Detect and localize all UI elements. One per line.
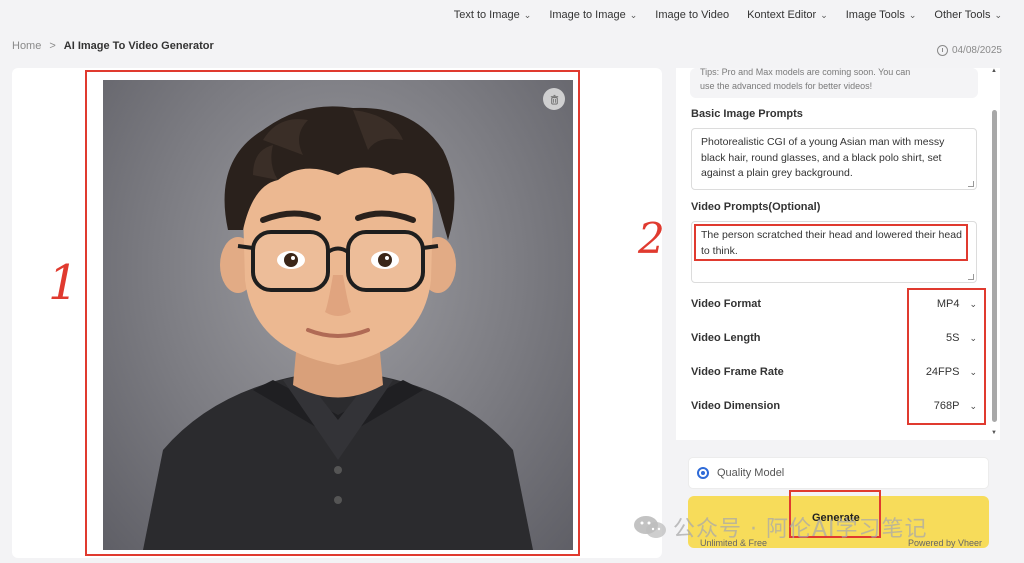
chevron-down-icon: ⌄ bbox=[820, 9, 828, 20]
basic-prompt-label: Basic Image Prompts bbox=[691, 108, 803, 120]
nav-image-tools[interactable]: Image Tools ⌄ bbox=[846, 9, 917, 21]
annotation-box-image bbox=[85, 70, 580, 556]
radio-selected-icon[interactable] bbox=[697, 467, 709, 479]
video-length-label: Video Length bbox=[691, 332, 761, 344]
page-title: AI Image To Video Generator bbox=[63, 40, 214, 52]
clock-icon bbox=[936, 45, 948, 56]
annotation-box-video-prompt bbox=[694, 224, 968, 261]
settings-scrollbar[interactable]: ▲ ▼ bbox=[990, 68, 1000, 440]
annotation-box-options bbox=[907, 288, 986, 425]
date-stamp: 04/08/2025 bbox=[936, 45, 1002, 56]
wechat-icon bbox=[634, 516, 666, 538]
tip-line-2: use the advanced models for better video… bbox=[700, 81, 873, 91]
video-dimension-label: Video Dimension bbox=[691, 400, 781, 412]
tip-line-1: Tips: Pro and Max models are coming soon… bbox=[700, 68, 911, 77]
basic-prompt-text: Photorealistic CGI of a young Asian man … bbox=[701, 136, 945, 179]
top-navigation: Text to Image ⌄ Image to Image ⌄ Image to … bbox=[0, 0, 1024, 30]
annotation-mark-1: 1 bbox=[48, 255, 79, 311]
tip-box: Tips: Pro and Max models are coming soon… bbox=[690, 68, 978, 98]
chevron-down-icon: ⌄ bbox=[994, 9, 1002, 20]
video-format-label: Video Format bbox=[691, 298, 762, 310]
chevron-down-icon: ⌄ bbox=[523, 9, 532, 20]
resize-grip-icon[interactable] bbox=[968, 181, 974, 187]
scroll-down-arrow-icon[interactable]: ▼ bbox=[991, 430, 997, 436]
nav-image-to-video[interactable]: Image to Video bbox=[655, 9, 729, 21]
breadcrumb: Home > AI Image To Video Generator bbox=[12, 40, 214, 52]
chevron-down-icon: ⌄ bbox=[629, 9, 638, 20]
annotation-mark-2: 2 bbox=[638, 214, 665, 263]
watermark-text: 公众号 · 阿伦AI学习笔记 bbox=[673, 517, 928, 542]
nav-text-to-image[interactable]: Text to Image ⌄ bbox=[454, 9, 532, 21]
delete-image-button[interactable] bbox=[543, 88, 565, 110]
breadcrumb-home[interactable]: Home bbox=[12, 40, 41, 52]
quality-model-option[interactable]: Quality Model bbox=[688, 457, 989, 489]
chevron-down-icon: ⌄ bbox=[908, 9, 917, 20]
resize-grip-icon[interactable] bbox=[968, 274, 974, 280]
video-prompt-label: Video Prompts(Optional) bbox=[691, 201, 821, 213]
watermark: 公众号 · 阿伦AI学习笔记 bbox=[633, 511, 928, 543]
nav-other-tools[interactable]: Other Tools ⌄ bbox=[934, 9, 1002, 21]
trash-icon bbox=[550, 94, 558, 105]
date-text: 04/08/2025 bbox=[951, 45, 1002, 56]
nav-kontext-editor[interactable]: Kontext Editor ⌄ bbox=[747, 9, 828, 21]
scrollbar-thumb[interactable] bbox=[992, 110, 997, 422]
basic-prompt-textarea[interactable]: Photorealistic CGI of a young Asian man … bbox=[691, 128, 977, 190]
scroll-up-arrow-icon[interactable]: ▲ bbox=[991, 68, 997, 74]
quality-model-label: Quality Model bbox=[717, 467, 785, 479]
nav-image-to-image[interactable]: Image to Image ⌄ bbox=[549, 9, 637, 21]
breadcrumb-separator: > bbox=[49, 40, 56, 52]
video-frame-rate-label: Video Frame Rate bbox=[691, 366, 784, 378]
